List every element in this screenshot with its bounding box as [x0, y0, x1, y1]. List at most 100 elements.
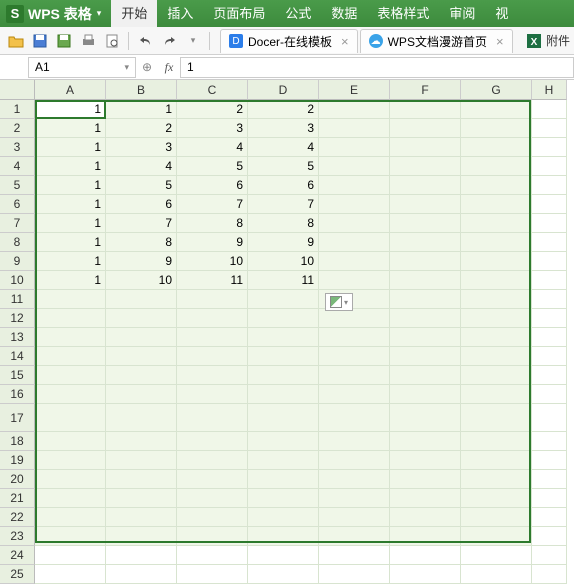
cell[interactable] [461, 546, 532, 565]
cell[interactable] [35, 290, 106, 309]
cell[interactable] [461, 404, 532, 432]
cell[interactable] [177, 347, 248, 366]
cell[interactable] [532, 328, 567, 347]
cell[interactable]: 1 [35, 100, 106, 119]
cell[interactable]: 6 [177, 176, 248, 195]
cell[interactable] [461, 195, 532, 214]
cell[interactable] [461, 138, 532, 157]
cell[interactable]: 3 [177, 119, 248, 138]
row-header[interactable]: 9 [0, 252, 35, 271]
cell[interactable] [390, 309, 461, 328]
row-header[interactable]: 24 [0, 546, 35, 565]
cell[interactable]: 4 [177, 138, 248, 157]
close-icon[interactable]: × [341, 34, 349, 49]
cell[interactable] [461, 565, 532, 584]
cell[interactable] [248, 451, 319, 470]
cell[interactable]: 7 [177, 195, 248, 214]
cell[interactable] [461, 233, 532, 252]
cell[interactable] [319, 404, 390, 432]
cell[interactable] [319, 271, 390, 290]
cell[interactable] [248, 347, 319, 366]
cell[interactable]: 11 [177, 271, 248, 290]
cell[interactable] [248, 385, 319, 404]
cell[interactable] [106, 565, 177, 584]
folder-open-icon[interactable] [6, 31, 26, 51]
row-header[interactable]: 12 [0, 309, 35, 328]
cell[interactable] [461, 366, 532, 385]
cell[interactable] [461, 157, 532, 176]
cell[interactable] [461, 489, 532, 508]
cell[interactable] [461, 176, 532, 195]
chevron-down-icon[interactable]: ▾ [124, 62, 129, 73]
menu-item-4[interactable]: 数据 [321, 0, 367, 27]
cell[interactable] [106, 451, 177, 470]
cell[interactable] [319, 347, 390, 366]
cell[interactable] [461, 328, 532, 347]
cell[interactable]: 9 [177, 233, 248, 252]
cell[interactable] [319, 119, 390, 138]
menu-item-0[interactable]: 开始 [111, 0, 157, 27]
cell[interactable] [35, 309, 106, 328]
cell[interactable] [461, 347, 532, 366]
cell[interactable] [390, 138, 461, 157]
column-header[interactable]: H [532, 80, 567, 100]
cell[interactable] [319, 176, 390, 195]
cell[interactable] [319, 138, 390, 157]
row-header[interactable]: 22 [0, 508, 35, 527]
cell[interactable] [461, 309, 532, 328]
row-header[interactable]: 3 [0, 138, 35, 157]
cell[interactable] [35, 546, 106, 565]
menu-item-3[interactable]: 公式 [275, 0, 321, 27]
cell[interactable] [35, 328, 106, 347]
cell[interactable] [106, 527, 177, 546]
cell[interactable] [248, 489, 319, 508]
cell[interactable]: 10 [106, 271, 177, 290]
cell[interactable]: 10 [248, 252, 319, 271]
cell[interactable] [532, 366, 567, 385]
cell[interactable] [390, 119, 461, 138]
row-header[interactable]: 10 [0, 271, 35, 290]
cell[interactable]: 1 [106, 100, 177, 119]
column-header[interactable]: D [248, 80, 319, 100]
cell[interactable] [35, 451, 106, 470]
cell[interactable]: 8 [106, 233, 177, 252]
cell[interactable] [35, 508, 106, 527]
cell[interactable] [461, 451, 532, 470]
cell[interactable] [177, 385, 248, 404]
cell[interactable] [390, 546, 461, 565]
row-header[interactable]: 2 [0, 119, 35, 138]
cell[interactable]: 6 [248, 176, 319, 195]
cell[interactable] [35, 404, 106, 432]
cell[interactable]: 10 [177, 252, 248, 271]
column-header[interactable]: A [35, 80, 106, 100]
cell[interactable] [532, 176, 567, 195]
menu-item-5[interactable]: 表格样式 [367, 0, 439, 27]
cell[interactable] [248, 508, 319, 527]
cell[interactable]: 1 [35, 138, 106, 157]
cell[interactable] [461, 290, 532, 309]
cell[interactable] [319, 233, 390, 252]
cell[interactable]: 7 [248, 195, 319, 214]
cell[interactable] [319, 508, 390, 527]
row-header[interactable]: 4 [0, 157, 35, 176]
cell[interactable] [390, 233, 461, 252]
column-header[interactable]: F [390, 80, 461, 100]
cell[interactable]: 4 [106, 157, 177, 176]
cell[interactable] [319, 527, 390, 546]
cell[interactable] [532, 271, 567, 290]
cell[interactable] [248, 309, 319, 328]
cell[interactable] [532, 309, 567, 328]
row-header[interactable]: 18 [0, 432, 35, 451]
cell[interactable] [106, 489, 177, 508]
cell[interactable] [390, 451, 461, 470]
column-header[interactable]: C [177, 80, 248, 100]
cell[interactable] [461, 385, 532, 404]
cell[interactable] [532, 385, 567, 404]
cell[interactable] [106, 328, 177, 347]
cell[interactable] [461, 432, 532, 451]
cell[interactable]: 2 [106, 119, 177, 138]
cell[interactable] [390, 565, 461, 584]
fx-icon[interactable]: fx [158, 60, 180, 75]
cell[interactable] [319, 309, 390, 328]
cell[interactable] [390, 347, 461, 366]
